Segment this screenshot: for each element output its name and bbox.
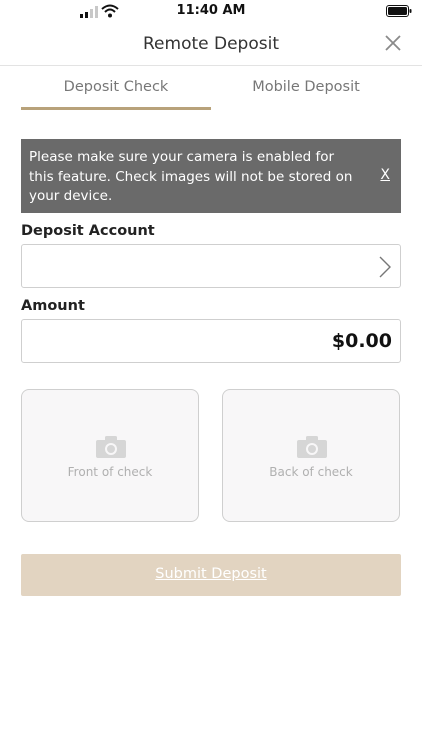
submit-deposit-button[interactable]: Submit Deposit: [21, 554, 401, 596]
back-of-check-capture[interactable]: Back of check: [222, 389, 400, 522]
page-title: Remote Deposit: [143, 34, 279, 54]
tab-mobile-deposit[interactable]: Mobile Deposit: [211, 66, 401, 110]
amount-label: Amount: [21, 298, 85, 314]
close-icon[interactable]: [382, 32, 404, 54]
camera-icon: [96, 436, 126, 458]
battery-icon: [386, 5, 412, 17]
chevron-right-icon: [379, 256, 391, 278]
active-tab-indicator: [21, 107, 211, 110]
status-time: 11:40 AM: [176, 3, 246, 18]
camera-alert-banner: Please make sure your camera is enabled …: [21, 139, 401, 213]
status-bar: 11:40 AM: [0, 0, 422, 24]
alert-dismiss-button[interactable]: X: [380, 167, 390, 183]
back-of-check-label: Back of check: [269, 465, 353, 479]
deposit-account-label: Deposit Account: [21, 223, 155, 239]
tab-label: Mobile Deposit: [252, 79, 360, 95]
deposit-account-select[interactable]: [21, 244, 401, 288]
deposit-tabs: Deposit Check Mobile Deposit: [21, 66, 401, 110]
amount-value: $0.00: [331, 330, 392, 352]
tab-label: Deposit Check: [63, 79, 169, 95]
camera-icon: [297, 436, 327, 458]
front-of-check-label: Front of check: [67, 465, 153, 479]
remote-deposit-screen: 11:40 AM Remote Deposit Deposit Check Mo…: [0, 0, 422, 750]
header: Remote Deposit: [0, 24, 422, 66]
tab-deposit-check[interactable]: Deposit Check: [21, 66, 211, 110]
alert-message: Please make sure your camera is enabled …: [29, 149, 353, 204]
front-of-check-capture[interactable]: Front of check: [21, 389, 199, 522]
amount-input[interactable]: $0.00: [21, 319, 401, 363]
